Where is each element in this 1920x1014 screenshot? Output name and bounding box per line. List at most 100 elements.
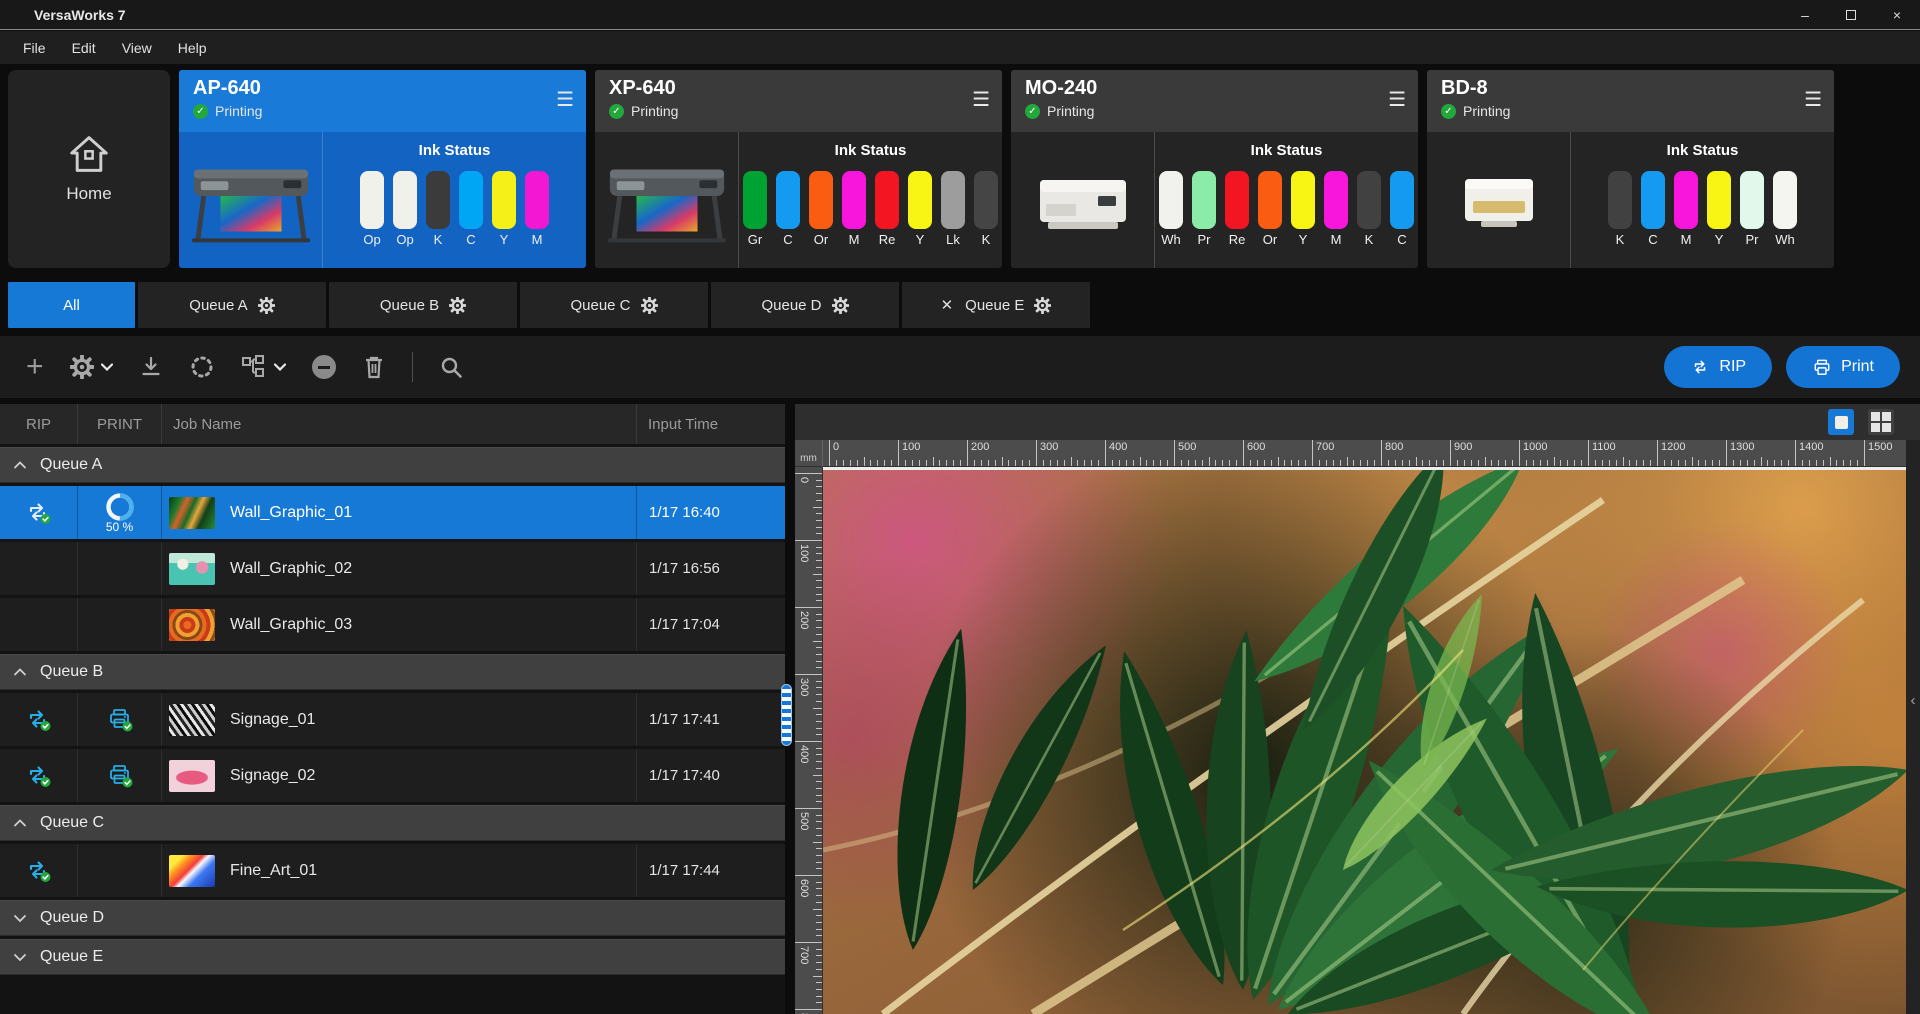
chevron-up-icon[interactable] (12, 458, 28, 472)
menu-item-file[interactable]: File (12, 36, 57, 60)
maximize-icon (1846, 10, 1856, 20)
single-view-icon[interactable] (1828, 409, 1854, 435)
nest-icon[interactable] (241, 355, 286, 379)
printer-card-ap-640[interactable]: AP-640✓Printing☰Ink StatusOpOpKCYM (179, 70, 586, 268)
rip-done-icon (25, 858, 52, 883)
job-input-time: 1/17 16:40 (637, 504, 720, 521)
ink-level-op: Op (393, 171, 417, 247)
card-menu-icon[interactable]: ☰ (1804, 90, 1822, 110)
ink-level-k: K (1357, 171, 1381, 247)
pane-splitter-handle[interactable] (781, 684, 792, 746)
import-icon[interactable] (139, 355, 163, 379)
h-ruler-tick (1657, 440, 1658, 466)
v-ruler-label: 700 (798, 946, 810, 964)
tab-settings-icon[interactable] (258, 297, 275, 314)
rip-button[interactable]: RIP (1664, 346, 1772, 388)
card-menu-icon[interactable]: ☰ (556, 90, 574, 110)
minimize-button[interactable]: – (1782, 0, 1828, 29)
tab-close-icon[interactable]: ✕ (941, 296, 954, 314)
ink-level-lk: Lk (941, 171, 965, 247)
job-row-wall_graphic_03[interactable]: Wall_Graphic_031/17 17:04 (0, 598, 785, 651)
print-button[interactable]: Print (1786, 346, 1900, 388)
maximize-button[interactable] (1828, 0, 1874, 29)
menu-bar: FileEditViewHelp (0, 31, 1920, 64)
v-ruler-tick (795, 607, 822, 608)
app-title: VersaWorks 7 (34, 7, 126, 23)
job-input-time: 1/17 17:44 (637, 862, 720, 879)
add-job-icon[interactable]: + (26, 354, 44, 380)
tab-settings-icon[interactable] (832, 297, 849, 314)
ink-status-panel: Ink StatusKCMYPrWh (1570, 132, 1834, 268)
search-icon[interactable] (439, 355, 464, 380)
tab-all[interactable]: All (8, 282, 135, 328)
h-ruler-label: 800 (1385, 441, 1403, 453)
h-ruler-tick (1243, 440, 1244, 466)
h-ruler-tick (1381, 440, 1382, 466)
ink-level-or: Or (809, 171, 833, 247)
settings-icon[interactable] (70, 355, 113, 379)
tab-settings-icon[interactable] (1034, 297, 1051, 314)
printer-photo (595, 132, 738, 268)
h-ruler-label: 400 (1109, 441, 1127, 453)
print-preview-canvas[interactable] (823, 467, 1906, 1014)
chevron-up-icon[interactable] (12, 665, 28, 679)
job-row-signage_02[interactable]: Signage_021/17 17:40 (0, 749, 785, 802)
ink-level-y: Y (1707, 171, 1731, 247)
group-header-queue-e[interactable]: Queue E (0, 939, 785, 975)
menu-item-edit[interactable]: Edit (61, 36, 107, 60)
rip-done-icon (25, 707, 52, 732)
tab-queue-a[interactable]: Queue A (138, 282, 326, 328)
job-row-wall_graphic_02[interactable]: Wall_Graphic_021/17 16:56 (0, 542, 785, 595)
preview-collapse-strip[interactable]: ‹ (1906, 440, 1920, 1014)
grid-view-icon[interactable] (1868, 409, 1894, 435)
v-ruler-tick (795, 473, 822, 474)
remove-icon[interactable] (312, 355, 336, 379)
tab-settings-icon[interactable] (641, 297, 658, 314)
horizontal-ruler: 0100200300400500600700800900100011001200… (823, 440, 1906, 467)
h-ruler-label: 700 (1316, 441, 1334, 453)
v-ruler-tick (795, 540, 822, 541)
rip-label: RIP (1719, 358, 1746, 376)
chevron-up-icon[interactable] (12, 816, 28, 830)
card-menu-icon[interactable]: ☰ (1388, 90, 1406, 110)
h-ruler-label: 900 (1454, 441, 1472, 453)
rip-progress-ring (105, 492, 135, 522)
delete-icon[interactable] (362, 354, 386, 380)
menu-item-help[interactable]: Help (167, 36, 218, 60)
printer-card-bd-8[interactable]: BD-8✓Printing☰Ink StatusKCMYPrWh (1427, 70, 1834, 268)
job-row-wall_graphic_01[interactable]: 50 %Wall_Graphic_011/17 16:40 (0, 486, 785, 539)
v-ruler-tick (795, 808, 822, 809)
printer-name: AP-640 (193, 76, 262, 100)
close-button[interactable]: × (1874, 0, 1920, 29)
printer-status: ✓Printing (1441, 103, 1510, 119)
tab-queue-c[interactable]: Queue C (520, 282, 708, 328)
printer-cards-row: Home AP-640✓Printing☰Ink StatusOpOpKCYMX… (0, 64, 1920, 276)
ink-level-m: M (842, 171, 866, 247)
job-row-signage_01[interactable]: Signage_011/17 17:41 (0, 693, 785, 746)
tab-label: All (63, 297, 80, 314)
chevron-down-icon[interactable] (12, 950, 28, 964)
status-ok-icon: ✓ (609, 104, 624, 119)
printer-card-mo-240[interactable]: MO-240✓Printing☰Ink StatusWhPrReOrYMKC (1011, 70, 1418, 268)
home-button[interactable]: Home (8, 70, 170, 268)
menu-item-view[interactable]: View (111, 36, 163, 60)
ink-status-title: Ink Status (1667, 142, 1739, 159)
tab-queue-b[interactable]: Queue B (329, 282, 517, 328)
job-name: Signage_01 (230, 711, 315, 729)
ink-level-k: K (1608, 171, 1632, 247)
tab-settings-icon[interactable] (449, 297, 466, 314)
tab-queue-d[interactable]: Queue D (711, 282, 899, 328)
chevron-down-icon[interactable] (12, 911, 28, 925)
processing-icon[interactable] (189, 354, 215, 380)
printer-photo (1427, 132, 1570, 268)
h-ruler-tick (1864, 440, 1865, 466)
job-row-fine_art_01[interactable]: Fine_Art_011/17 17:44 (0, 844, 785, 897)
printer-card-xp-640[interactable]: XP-640✓Printing☰Ink StatusGrCOrMReYLkK (595, 70, 1002, 268)
job-name: Wall_Graphic_02 (230, 560, 352, 578)
group-header-queue-a[interactable]: Queue A (0, 447, 785, 483)
card-menu-icon[interactable]: ☰ (972, 90, 990, 110)
group-header-queue-c[interactable]: Queue C (0, 805, 785, 841)
tab-queue-e[interactable]: ✕Queue E (902, 282, 1090, 328)
group-header-queue-b[interactable]: Queue B (0, 654, 785, 690)
group-header-queue-d[interactable]: Queue D (0, 900, 785, 936)
